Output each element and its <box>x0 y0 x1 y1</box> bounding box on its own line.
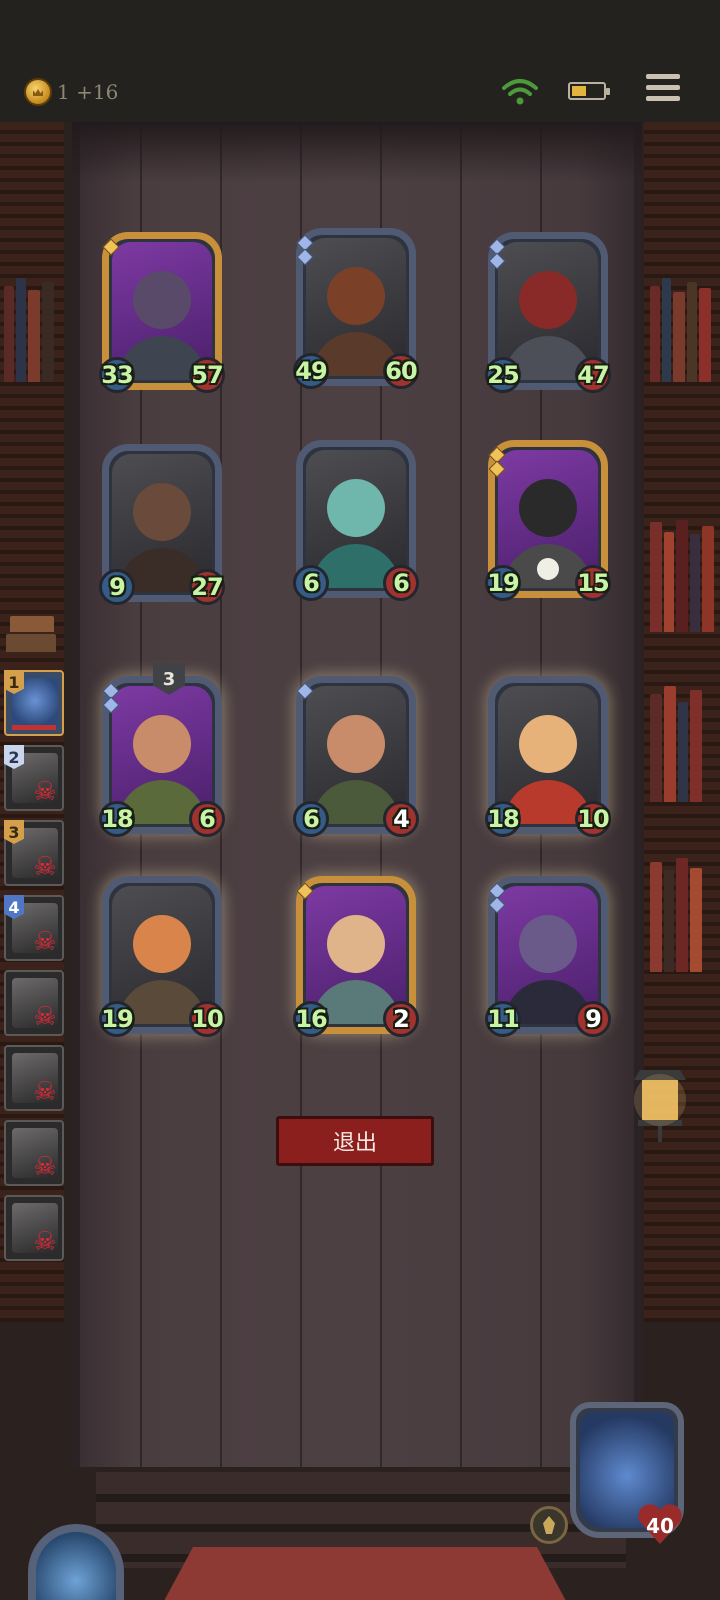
health-value: 6 <box>383 565 419 601</box>
minion-face <box>133 270 191 329</box>
minion-card-mech-bot[interactable]: 19 15 <box>485 440 611 601</box>
books-left-1 <box>2 272 60 382</box>
door-arch <box>72 122 642 182</box>
minion-card-archer[interactable]: 19 10 <box>99 876 225 1037</box>
roster-slot[interactable]: 1 <box>4 670 64 736</box>
roster-slot[interactable]: ☠ <box>4 970 64 1036</box>
minion-card-sphynx-cat[interactable]: 33 57 <box>99 232 225 393</box>
minion-card-armored-knight[interactable]: 25 47 <box>485 232 611 393</box>
minion-card-shield-soldier[interactable]: 16 2 <box>293 876 419 1037</box>
red-carpet <box>150 1547 580 1600</box>
attack-value: 18 <box>485 801 521 837</box>
attack-value: 19 <box>99 1001 135 1037</box>
health-value: 10 <box>189 1001 225 1037</box>
minion-card-bald-brute[interactable]: 9 27 <box>99 444 225 605</box>
minion-face <box>327 714 385 773</box>
attack-value: 25 <box>485 357 521 393</box>
health-value: 4 <box>383 801 419 837</box>
minion-face <box>519 270 577 329</box>
skull-icon <box>537 558 559 580</box>
attack-value: 18 <box>99 801 135 837</box>
health-value: 10 <box>575 801 611 837</box>
minion-card-red-scarf-brawler[interactable]: 18 10 <box>485 676 611 837</box>
minion-face <box>133 482 191 541</box>
attack-value: 33 <box>99 357 135 393</box>
wifi-icon <box>502 79 538 105</box>
skull-crossbones-icon: ☠ <box>33 927 57 957</box>
health-value: 15 <box>575 565 611 601</box>
minion-face <box>327 914 385 973</box>
health-value: 57 <box>189 357 225 393</box>
hero-power-icon[interactable] <box>530 1506 568 1544</box>
health-value: 2 <box>383 1001 419 1037</box>
books-left-2 <box>2 542 60 652</box>
attack-value: 6 <box>293 801 329 837</box>
attack-value: 16 <box>293 1001 329 1037</box>
menu-button[interactable] <box>646 74 680 106</box>
minion-face <box>519 914 577 973</box>
books-right-1 <box>648 272 716 382</box>
minion-face <box>327 478 385 537</box>
minion-face <box>519 714 577 773</box>
attack-value: 6 <box>293 565 329 601</box>
gold-counter: 1 +16 <box>57 80 119 104</box>
roster-slot[interactable]: ☠ <box>4 1195 64 1261</box>
roster-slot[interactable]: ☠ <box>4 1045 64 1111</box>
skull-crossbones-icon: ☠ <box>33 1152 57 1182</box>
attack-value: 9 <box>99 569 135 605</box>
minion-card-crystal-golem[interactable]: 66 <box>293 440 419 601</box>
battery-fill <box>572 86 586 96</box>
books-right-4 <box>648 852 716 972</box>
minion-face <box>133 914 191 973</box>
minion-card-bandit[interactable]: 64 <box>293 676 419 837</box>
battery-icon <box>568 82 610 100</box>
roster-slot[interactable]: 3 ☠ <box>4 820 64 886</box>
health-value: 27 <box>189 569 225 605</box>
attack-value: 11 <box>485 1001 521 1037</box>
health-value: 47 <box>575 357 611 393</box>
exit-button[interactable]: 退出 <box>276 1116 434 1166</box>
health-value: 9 <box>575 1001 611 1037</box>
skull-crossbones-icon: ☠ <box>33 777 57 807</box>
roster-slot[interactable]: 2 ☠ <box>4 745 64 811</box>
status-bar: 1 +16 <box>0 0 720 122</box>
roster-slot[interactable]: 4 ☠ <box>4 895 64 961</box>
books-right-3 <box>648 682 716 802</box>
lantern-icon <box>634 1070 686 1142</box>
skull-crossbones-icon: ☠ <box>33 852 57 882</box>
health-value: 6 <box>189 801 225 837</box>
health-value: 60 <box>383 353 419 389</box>
minion-card-ogre[interactable]: 49 60 <box>293 228 419 389</box>
skull-crossbones-icon: ☠ <box>33 1227 57 1257</box>
minion-face <box>133 714 191 773</box>
skull-crossbones-icon: ☠ <box>33 1002 57 1032</box>
skull-crossbones-icon: ☠ <box>33 1077 57 1107</box>
coin-icon <box>24 78 52 106</box>
minion-card-bandit-elite[interactable]: 3 18 6 <box>99 663 225 837</box>
health-bar <box>12 725 56 730</box>
minion-face <box>519 478 577 537</box>
roster-slot[interactable]: ☠ <box>4 1120 64 1186</box>
minion-face <box>327 266 385 325</box>
books-right-2 <box>648 512 716 632</box>
attack-value: 49 <box>293 353 329 389</box>
minion-card-octopus-pirate[interactable]: 11 9 <box>485 876 611 1037</box>
attack-value: 19 <box>485 565 521 601</box>
